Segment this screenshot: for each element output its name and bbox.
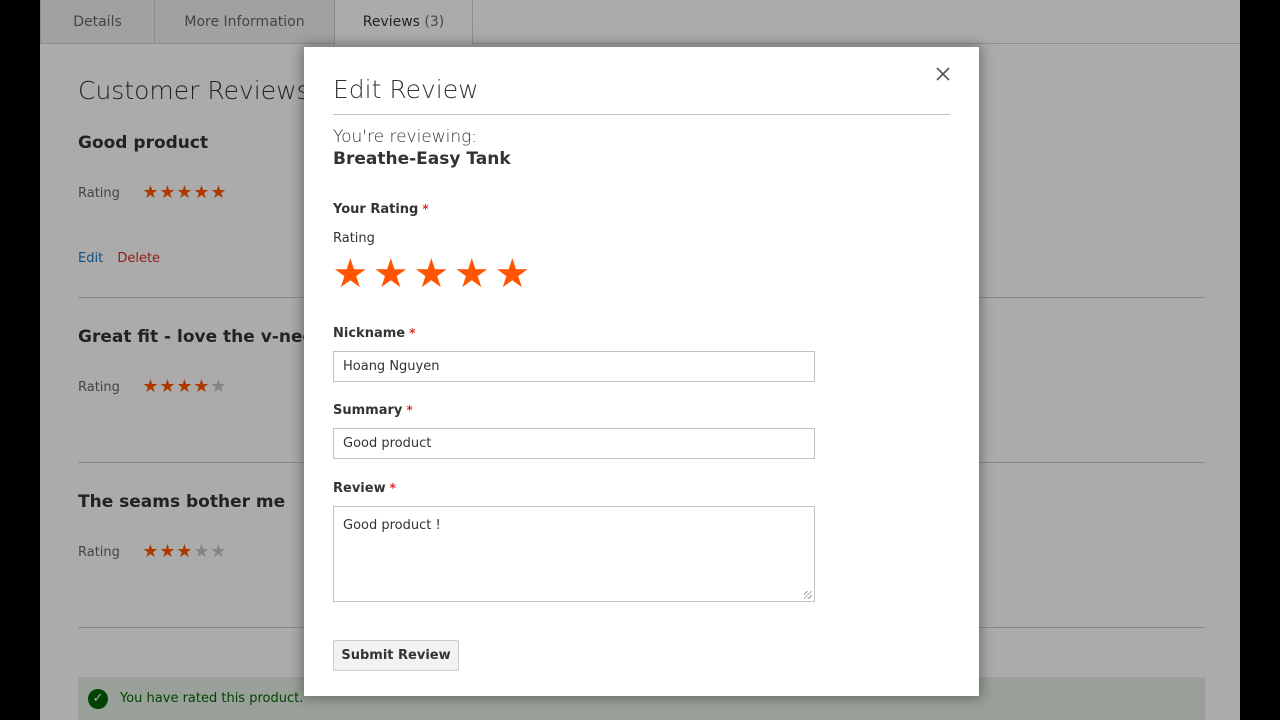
summary-label: Summary *	[333, 403, 413, 418]
required-mark: *	[406, 403, 413, 417]
your-rating-text: Your Rating	[333, 202, 419, 217]
nickname-label: Nickname *	[333, 326, 415, 341]
rating-sublabel: Rating	[333, 231, 375, 246]
star-icon[interactable]: ★	[411, 254, 452, 294]
star-icon[interactable]: ★	[371, 254, 412, 294]
modal-title: Edit Review	[333, 75, 479, 104]
review-label-text: Review	[333, 481, 386, 496]
required-mark: *	[409, 326, 416, 340]
reviewing-label: You're reviewing:	[333, 127, 478, 147]
your-rating-label: Your Rating *	[333, 202, 429, 217]
submit-review-button[interactable]: Submit Review	[333, 640, 459, 671]
rating-input-stars: ★ ★ ★ ★ ★	[330, 254, 533, 294]
summary-field[interactable]	[333, 428, 815, 459]
required-mark: *	[422, 202, 429, 216]
required-mark: *	[389, 481, 396, 495]
close-icon[interactable]	[934, 65, 952, 83]
star-icon[interactable]: ★	[452, 254, 493, 294]
nickname-field[interactable]	[333, 351, 815, 382]
product-name: Breathe-Easy Tank	[333, 149, 511, 169]
summary-label-text: Summary	[333, 403, 403, 418]
edit-review-modal: Edit Review You're reviewing: Breathe-Ea…	[304, 47, 979, 696]
star-icon[interactable]: ★	[492, 254, 533, 294]
review-label: Review *	[333, 481, 396, 496]
resize-handle-icon[interactable]	[804, 591, 812, 599]
review-textarea[interactable]: Good product !	[333, 506, 815, 602]
review-textarea-value: Good product !	[343, 518, 441, 533]
modal-divider	[333, 114, 950, 115]
nickname-label-text: Nickname	[333, 326, 406, 341]
star-icon[interactable]: ★	[330, 254, 371, 294]
